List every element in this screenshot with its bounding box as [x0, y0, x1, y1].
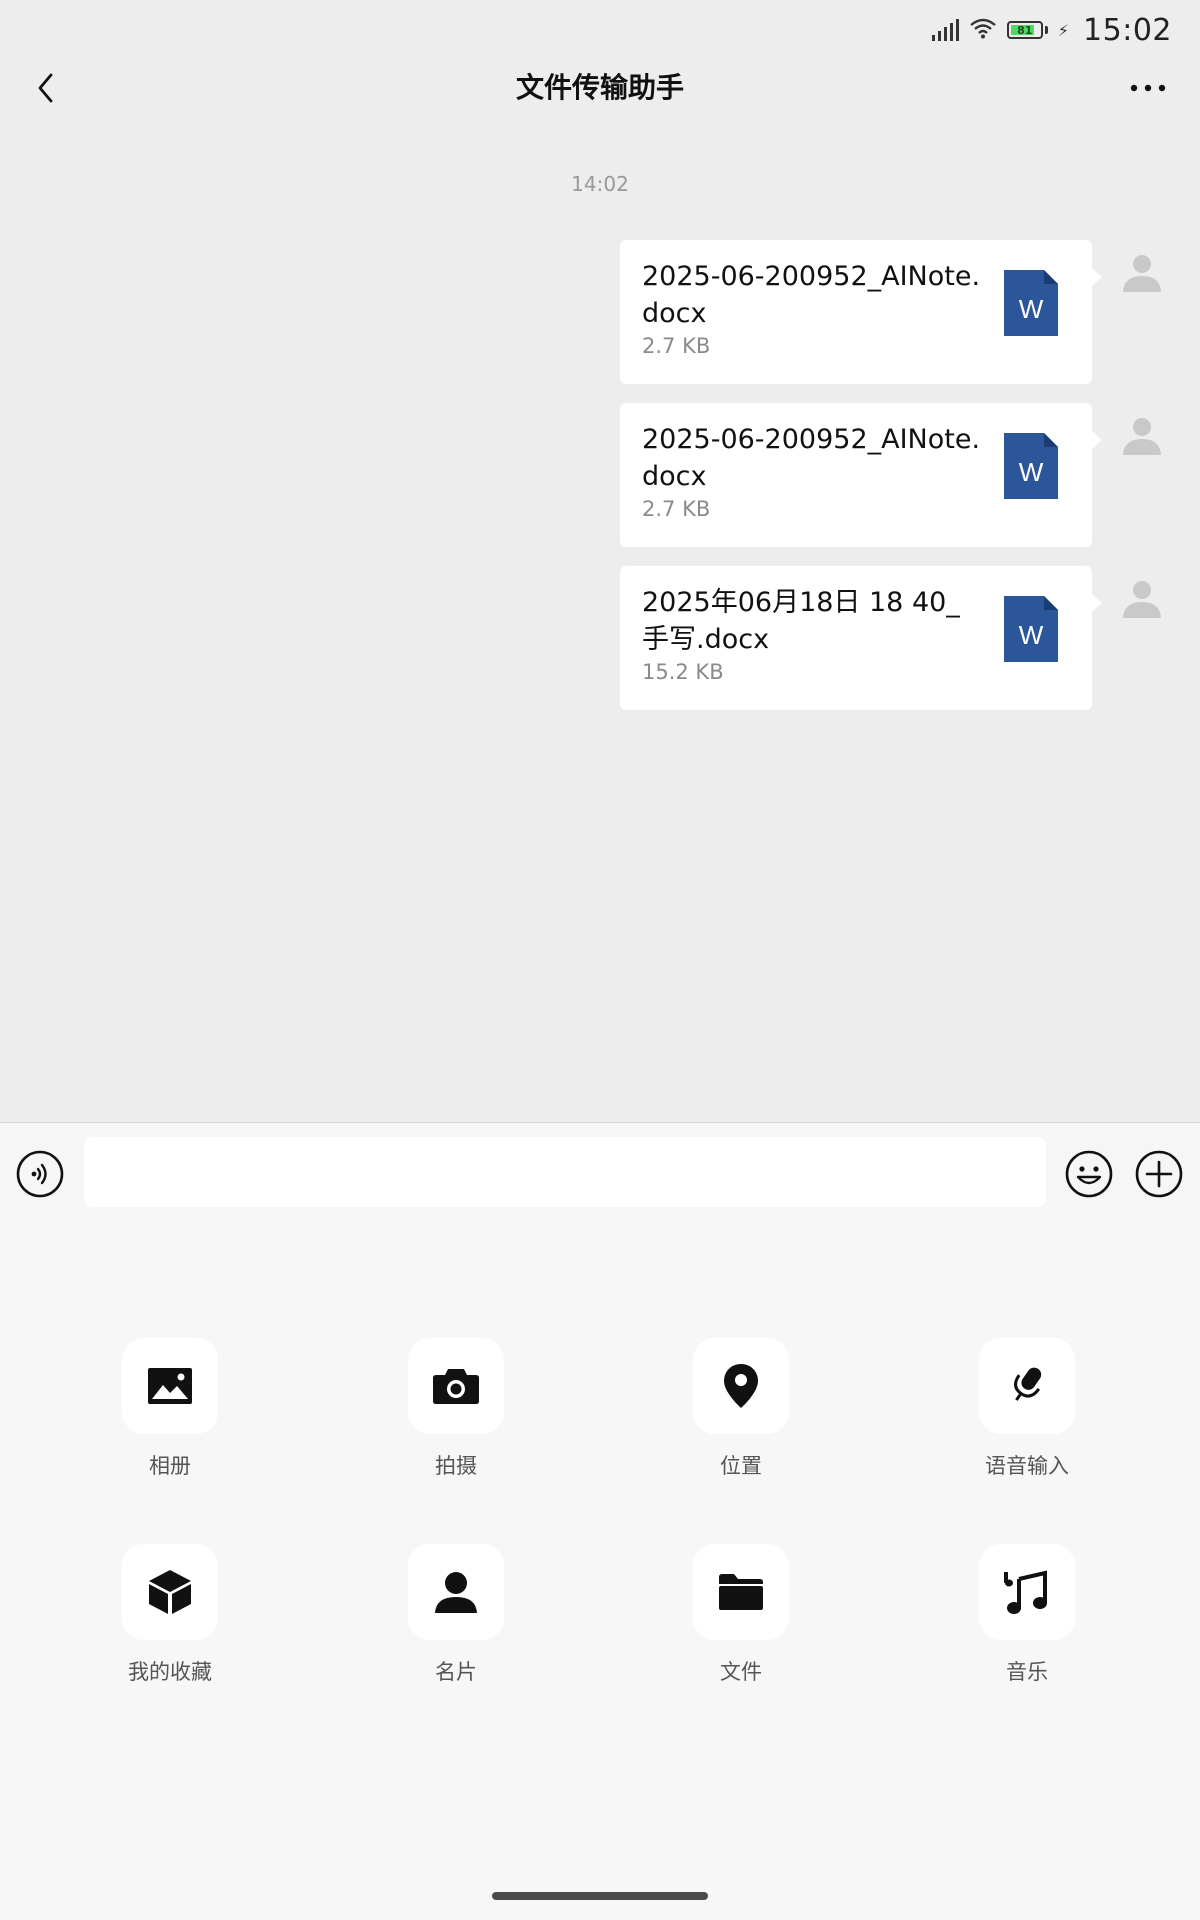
chat-timestamp: 14:02 [571, 172, 629, 196]
tool-tile[interactable] [979, 1338, 1075, 1434]
file-name: 2025-06-200952_AINote.docx [642, 424, 981, 492]
file-type-letter: W [1019, 620, 1044, 650]
tool-tile[interactable] [122, 1338, 218, 1434]
file-bubble[interactable]: 2025-06-200952_AINote.docx 2.7 KB W [620, 403, 1102, 547]
avatar[interactable] [1116, 246, 1168, 298]
file-type-letter: W [1019, 294, 1044, 324]
tool-label: 音乐 [1006, 1660, 1048, 1684]
tool-label: 文件 [720, 1660, 762, 1684]
charging-icon: ⚡ [1057, 20, 1070, 40]
more-functions-button[interactable] [1134, 1149, 1184, 1199]
tool-album[interactable]: 相册 [70, 1338, 270, 1478]
emoji-icon [1065, 1150, 1113, 1198]
message-input[interactable] [84, 1137, 1046, 1207]
file-bubble[interactable]: 2025年06月18日 18 40_手写.docx 15.2 KB W [620, 566, 1102, 710]
default-avatar-icon [1123, 255, 1161, 292]
input-bar [0, 1122, 1200, 1222]
tool-label: 名片 [435, 1660, 477, 1684]
battery-level: 81 [1017, 23, 1033, 37]
emoji-button[interactable] [1064, 1149, 1114, 1199]
voice-button[interactable] [16, 1150, 64, 1198]
file-size: 15.2 KB [642, 660, 724, 684]
file-size: 2.7 KB [642, 497, 711, 521]
person-icon [435, 1572, 477, 1613]
file-size: 2.7 KB [642, 334, 711, 358]
page-title: 文件传输助手 [515, 71, 684, 104]
tool-tile[interactable] [408, 1544, 504, 1640]
tool-tile[interactable] [122, 1544, 218, 1640]
image-icon [148, 1368, 192, 1404]
tool-tile[interactable] [693, 1544, 789, 1640]
tool-camera[interactable]: 拍摄 [356, 1338, 556, 1478]
voice-icon [16, 1150, 64, 1198]
more-dots-icon [1130, 84, 1166, 92]
more-button[interactable] [1120, 64, 1176, 112]
word-document-icon: W [1004, 596, 1058, 662]
default-avatar-icon [1123, 418, 1161, 455]
location-icon [724, 1364, 758, 1408]
tool-favorites[interactable]: 我的收藏 [70, 1544, 270, 1684]
message-row: 2025-06-200952_AINote.docx 2.7 KB W [620, 403, 1168, 547]
message-row: 2025-06-200952_AINote.docx 2.7 KB W [620, 240, 1168, 384]
status-icons: 81 ⚡ 15:02 [931, 10, 1172, 50]
chevron-left-icon [38, 73, 53, 103]
word-document-icon: W [1004, 433, 1058, 499]
microphone-icon [1014, 1367, 1042, 1401]
tool-label: 位置 [720, 1454, 762, 1478]
status-bar: 81 ⚡ 15:02 [0, 0, 1200, 60]
cube-icon [149, 1570, 191, 1614]
camera-icon [433, 1369, 479, 1404]
tool-label: 我的收藏 [128, 1660, 212, 1684]
tool-tile[interactable] [979, 1544, 1075, 1640]
battery-cap [1044, 26, 1048, 34]
tool-tile[interactable] [693, 1338, 789, 1434]
battery-icon: 81 [1006, 21, 1043, 39]
tool-label: 语音输入 [985, 1454, 1069, 1478]
tool-music[interactable]: 音乐 [927, 1544, 1127, 1684]
status-time: 15:02 [1083, 12, 1172, 48]
avatar[interactable] [1116, 409, 1168, 461]
tool-label: 拍摄 [435, 1454, 477, 1478]
signal-icon [931, 19, 959, 41]
message-row: 2025年06月18日 18 40_手写.docx 15.2 KB W [620, 566, 1168, 710]
file-name: 2025-06-200952_AINote.docx [642, 261, 981, 329]
home-indicator[interactable] [492, 1892, 708, 1900]
avatar[interactable] [1116, 572, 1168, 624]
word-document-icon: W [1004, 270, 1058, 336]
folder-icon [719, 1574, 763, 1610]
back-button[interactable] [22, 64, 70, 112]
file-name: 2025年06月18日 18 40_手写.docx [642, 587, 960, 655]
tool-file[interactable]: 文件 [641, 1544, 841, 1684]
wifi-icon [969, 17, 997, 43]
file-type-letter: W [1019, 457, 1044, 487]
file-bubble[interactable]: 2025-06-200952_AINote.docx 2.7 KB W [620, 240, 1102, 384]
tool-voice-input[interactable]: 语音输入 [927, 1338, 1127, 1478]
plus-icon [1135, 1150, 1183, 1198]
music-icon [1004, 1570, 1047, 1614]
tool-contact-card[interactable]: 名片 [356, 1544, 556, 1684]
tool-tile[interactable] [408, 1338, 504, 1434]
default-avatar-icon [1123, 581, 1161, 618]
nav-bar: 文件传输助手 [0, 60, 1200, 116]
tool-location[interactable]: 位置 [641, 1338, 841, 1478]
tool-label: 相册 [149, 1454, 191, 1478]
